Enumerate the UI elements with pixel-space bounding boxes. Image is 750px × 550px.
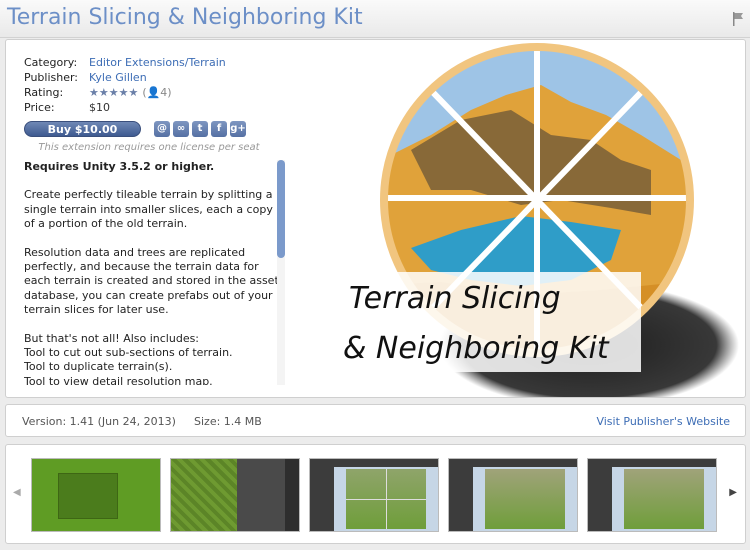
twitter-icon[interactable]: t (192, 121, 208, 137)
screenshot-gallery: ◀ ▶ (5, 444, 746, 544)
gallery-thumbnail[interactable] (309, 458, 439, 532)
requirement-text: Requires Unity 3.5.2 or higher. (24, 160, 215, 173)
gallery-prev-icon[interactable]: ◀ (13, 487, 21, 498)
description-paragraph: Create perfectly tileable terrain by spl… (24, 188, 273, 231)
gallery-thumbnail[interactable] (448, 458, 578, 532)
version-text: Version: 1.41 (Jun 24, 2013) (22, 415, 176, 428)
publisher-label: Publisher: (24, 71, 79, 84)
price-value: $10 (89, 101, 110, 114)
link-icon[interactable]: ∞ (173, 121, 189, 137)
feature-line: But that's not all! Also includes: (24, 331, 200, 345)
rating-label: Rating: (24, 86, 64, 99)
feature-line: Tool to duplicate terrain(s). (24, 360, 173, 374)
gallery-thumbnail[interactable] (31, 458, 161, 532)
price-label: Price: (24, 101, 55, 114)
page-title: Terrain Slicing & Neighboring Kit (7, 5, 363, 30)
hero-image: Terrain Slicing & Neighboring Kit (335, 43, 739, 397)
feature-list: But that's not all! Also includes: Tool … (24, 332, 282, 385)
title-bar: Terrain Slicing & Neighboring Kit (0, 0, 750, 38)
version-bar: Version: 1.41 (Jun 24, 2013) Size: 1.4 M… (5, 404, 746, 437)
buy-button[interactable]: Buy $10.00 (24, 121, 141, 137)
publisher-link[interactable]: Kyle Gillen (89, 70, 147, 85)
visit-publisher-link[interactable]: Visit Publisher's Website (596, 415, 730, 428)
facebook-icon[interactable]: f (211, 121, 227, 137)
share-icons: @ ∞ t f g+ (154, 121, 246, 137)
gallery-next-icon[interactable]: ▶ (729, 487, 737, 498)
flag-icon[interactable] (732, 12, 744, 26)
unity-community-icon[interactable]: @ (154, 121, 170, 137)
google-plus-icon[interactable]: g+ (230, 121, 246, 137)
gallery-thumbnail[interactable] (170, 458, 300, 532)
category-link[interactable]: Editor Extensions/Terrain (89, 55, 226, 70)
gallery-thumbnail[interactable] (587, 458, 717, 532)
feature-line: Tool to view detail resolution map. (24, 374, 213, 385)
license-note: This extension requires one license per … (38, 142, 260, 153)
description: Requires Unity 3.5.2 or higher. Create p… (24, 160, 282, 385)
hero-caption-line2: & Neighboring Kit (343, 331, 610, 366)
category-label: Category: (24, 56, 78, 69)
product-panel: Category: Editor Extensions/Terrain Publ… (5, 39, 746, 398)
hero-caption-line1: Terrain Slicing (349, 281, 561, 316)
rating-count: (👤4) (142, 86, 172, 99)
feature-line: Tool to cut out sub-sections of terrain. (24, 346, 233, 360)
product-info: Category: Editor Extensions/Terrain Publ… (24, 55, 226, 115)
rating-stars: ★★★★★ (89, 86, 139, 99)
size-text: Size: 1.4 MB (194, 415, 262, 428)
description-paragraph: Resolution data and trees are replicated… (24, 245, 279, 317)
description-scrollbar-thumb[interactable] (277, 160, 285, 258)
